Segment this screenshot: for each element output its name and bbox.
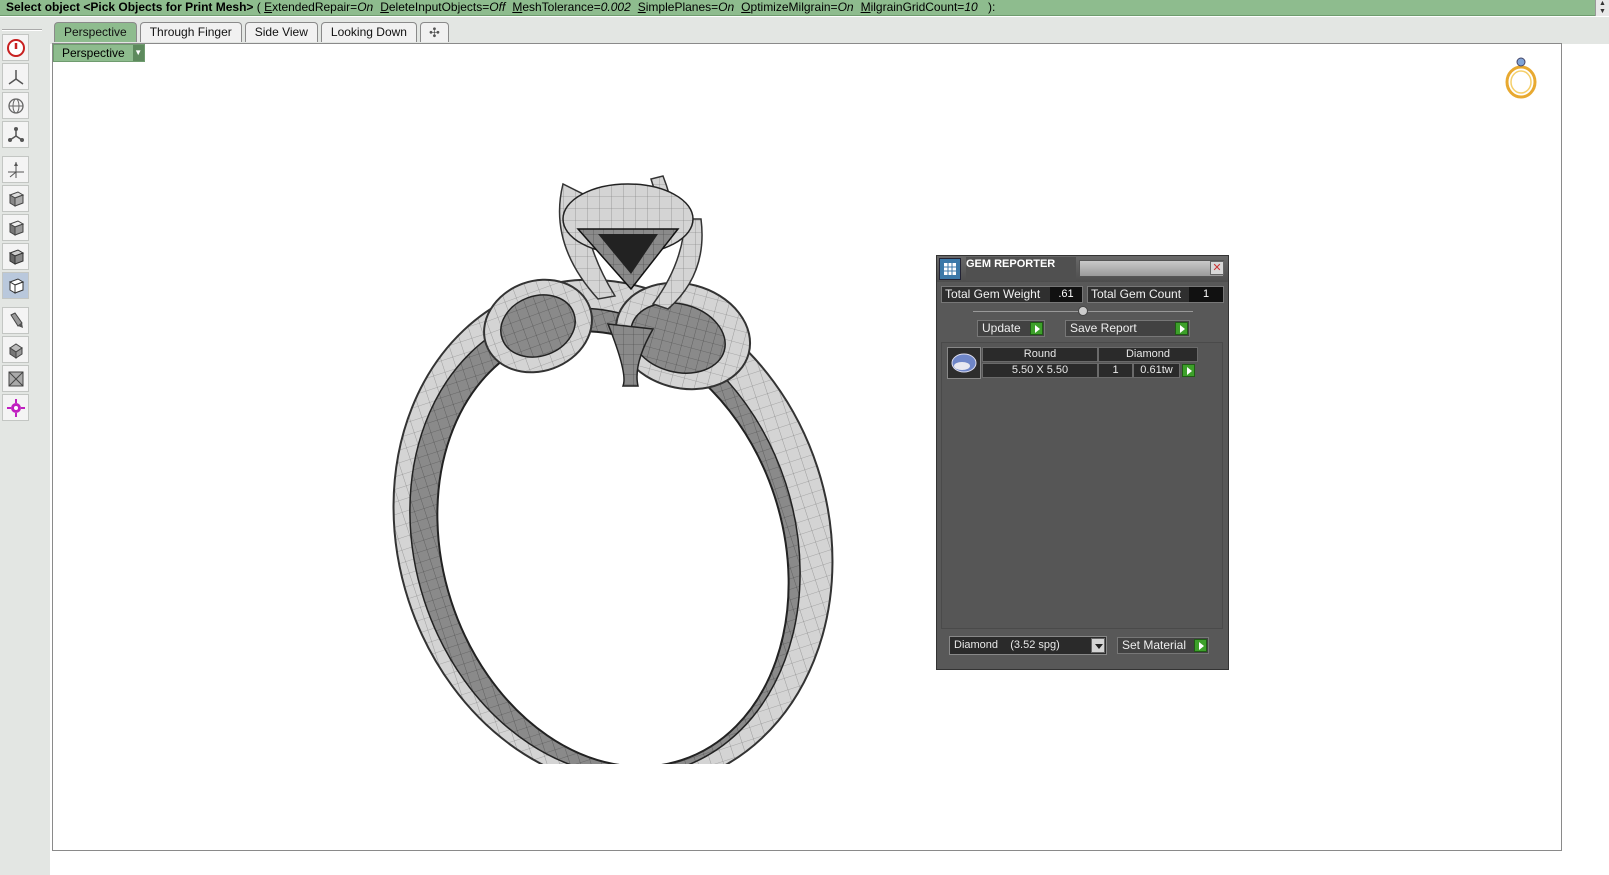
- play-icon: [1030, 322, 1043, 335]
- axes-icon[interactable]: [2, 63, 29, 90]
- gumball-icon[interactable]: [2, 156, 29, 183]
- command-close-paren: ):: [984, 0, 996, 14]
- gem-reporter-titlebar[interactable]: GEM REPORTER ✕: [937, 256, 1228, 282]
- material-select[interactable]: Diamond (3.52 spg): [949, 636, 1107, 655]
- gem-material-cell: Diamond: [1098, 347, 1198, 362]
- toolbar-grip[interactable]: [2, 29, 42, 31]
- viewport-label[interactable]: Perspective ▼: [53, 44, 145, 62]
- power-icon[interactable]: [2, 34, 29, 61]
- command-option[interactable]: SimplePlanes=On: [638, 0, 734, 14]
- close-icon[interactable]: ✕: [1210, 261, 1224, 275]
- tab-through-finger[interactable]: Through Finger: [139, 22, 242, 42]
- gem-qty-cell: 1: [1098, 363, 1133, 378]
- update-button-label: Update: [982, 321, 1021, 335]
- add-tab-button[interactable]: ✣: [419, 22, 449, 42]
- ring-model[interactable]: [383, 124, 903, 764]
- total-gem-weight-value: .61: [1050, 287, 1082, 302]
- viewport-tab-strip: Perspective Through Finger Side View Lookin…: [0, 17, 1609, 44]
- command-prompt: Select object <Pick Objects for Print Me…: [6, 0, 254, 14]
- cube-shaded-icon[interactable]: [2, 185, 29, 212]
- total-gem-count-label-text: Total Gem Count: [1091, 287, 1182, 301]
- viewport-menu-arrow[interactable]: ▼: [132, 45, 144, 61]
- tab-side-view[interactable]: Side View: [244, 22, 318, 42]
- network-icon[interactable]: [2, 121, 29, 148]
- play-icon: [1194, 639, 1207, 652]
- viewport-label-text: Perspective: [62, 46, 125, 60]
- chevron-down-icon[interactable]: [1091, 638, 1105, 653]
- gem-reporter-logo-icon: [939, 258, 961, 280]
- update-button[interactable]: Update: [977, 320, 1045, 337]
- total-gem-weight-label-text: Total Gem Weight: [945, 287, 1041, 301]
- set-material-button-label: Set Material: [1122, 638, 1187, 652]
- cube-rendered-icon[interactable]: [2, 214, 29, 241]
- tab-looking-down[interactable]: Looking Down: [320, 22, 417, 42]
- gem-size-cell: 5.50 X 5.50: [982, 363, 1098, 378]
- command-open-paren: (: [253, 0, 265, 14]
- ring-thumbnail-icon[interactable]: [1501, 52, 1541, 102]
- gem-list: Round Diamond 5.50 X 5.50 1 0.61tw: [941, 342, 1223, 629]
- panel-splitter-knob[interactable]: [1078, 306, 1088, 316]
- command-option[interactable]: MeshTolerance=0.002: [512, 0, 630, 14]
- brush-icon[interactable]: [2, 307, 29, 334]
- command-option[interactable]: ExtendedRepair=On: [264, 0, 373, 14]
- gem-weight-cell: 0.61tw: [1133, 363, 1180, 378]
- command-option[interactable]: OptimizeMilgrain=On: [741, 0, 853, 14]
- round-diamond-thumbnail-icon: [947, 347, 981, 379]
- tab-perspective[interactable]: Perspective: [54, 22, 137, 42]
- perspective-viewport[interactable]: Perspective ▼: [52, 43, 1562, 851]
- cube-wire-icon[interactable]: [2, 243, 29, 270]
- command-scroll-arrows[interactable]: ▲ ▼: [1595, 0, 1609, 16]
- play-icon: [1175, 322, 1188, 335]
- gear-icon[interactable]: [2, 394, 29, 421]
- globe-icon[interactable]: [2, 92, 29, 119]
- image-icon[interactable]: [2, 365, 29, 392]
- material-select-value: Diamond (3.52 spg): [954, 639, 1060, 651]
- command-line[interactable]: Select object <Pick Objects for Print Me…: [0, 0, 1609, 16]
- left-toolbar: [0, 17, 50, 875]
- total-gem-count-value: 1: [1189, 287, 1223, 302]
- paint-icon[interactable]: [2, 336, 29, 363]
- command-option[interactable]: MilgrainGridCount=10: [861, 0, 978, 14]
- set-material-button[interactable]: Set Material: [1117, 637, 1209, 654]
- gem-shape-cell: Round: [982, 347, 1098, 362]
- gem-reporter-title: GEM REPORTER: [966, 257, 1076, 281]
- command-option[interactable]: DeleteInputObjects=Off: [380, 0, 505, 14]
- save-report-button-label: Save Report: [1070, 321, 1137, 335]
- gem-row-go-button[interactable]: [1182, 364, 1195, 377]
- save-report-button[interactable]: Save Report: [1065, 320, 1190, 337]
- gem-row[interactable]: Round Diamond 5.50 X 5.50 1 0.61tw: [947, 347, 1198, 379]
- cube-selected-icon[interactable]: [2, 272, 29, 299]
- gem-reporter-drag-bar[interactable]: [1079, 260, 1224, 277]
- gem-reporter-panel: GEM REPORTER ✕ Total Gem Weight .61 Tota…: [936, 255, 1229, 670]
